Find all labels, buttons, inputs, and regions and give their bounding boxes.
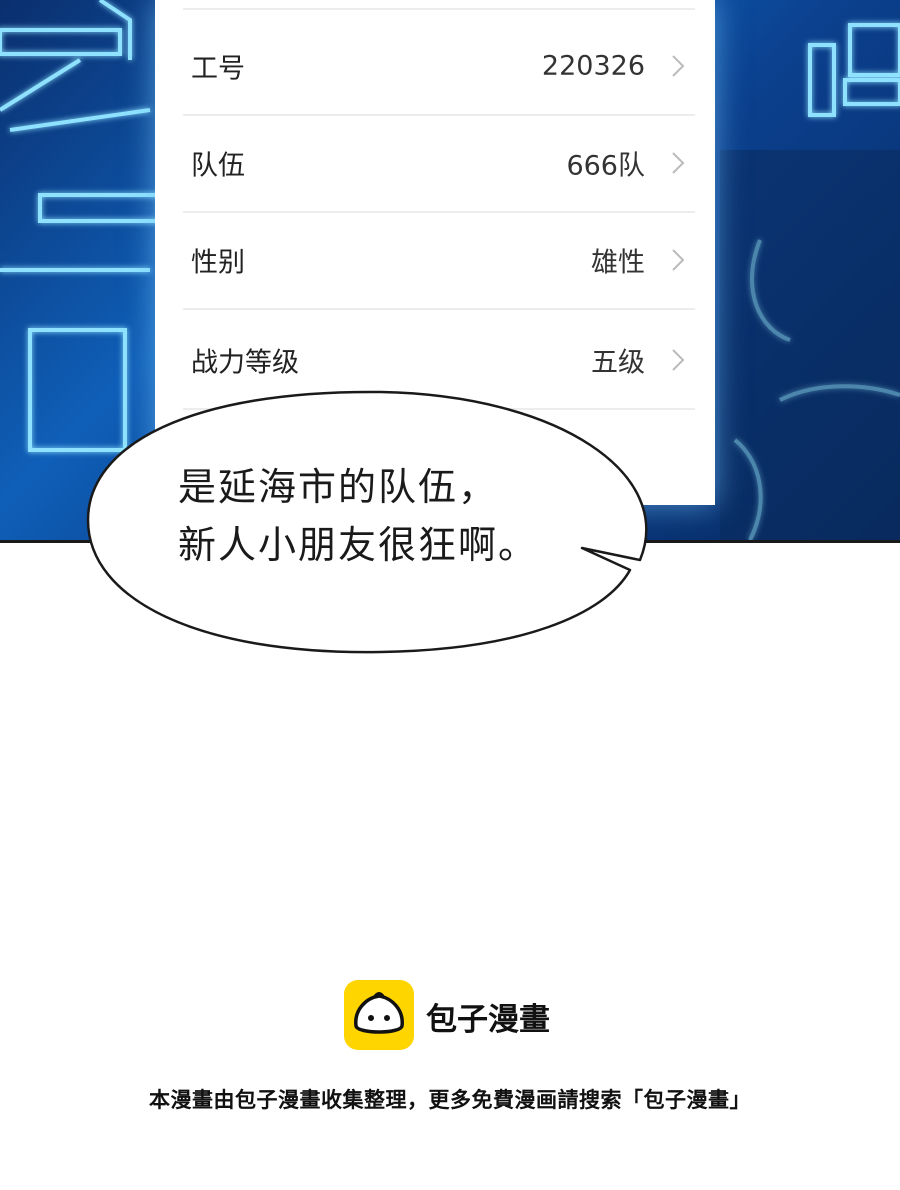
speech-line-2: 新人小朋友很狂啊。 [178,523,539,567]
speech-text: 是延海市的队伍， 新人小朋友很狂啊。 [178,458,618,574]
brand-name: 包子漫畫 [426,1002,550,1038]
watermark-footer: 本漫畫由包子漫畫收集整理，更多免費漫画請搜索「包子漫畫」 [149,1088,751,1112]
speech-line-1: 是延海市的队伍， [178,465,499,509]
bun-logo-icon [344,980,414,1050]
speech-bubble [86,390,648,654]
